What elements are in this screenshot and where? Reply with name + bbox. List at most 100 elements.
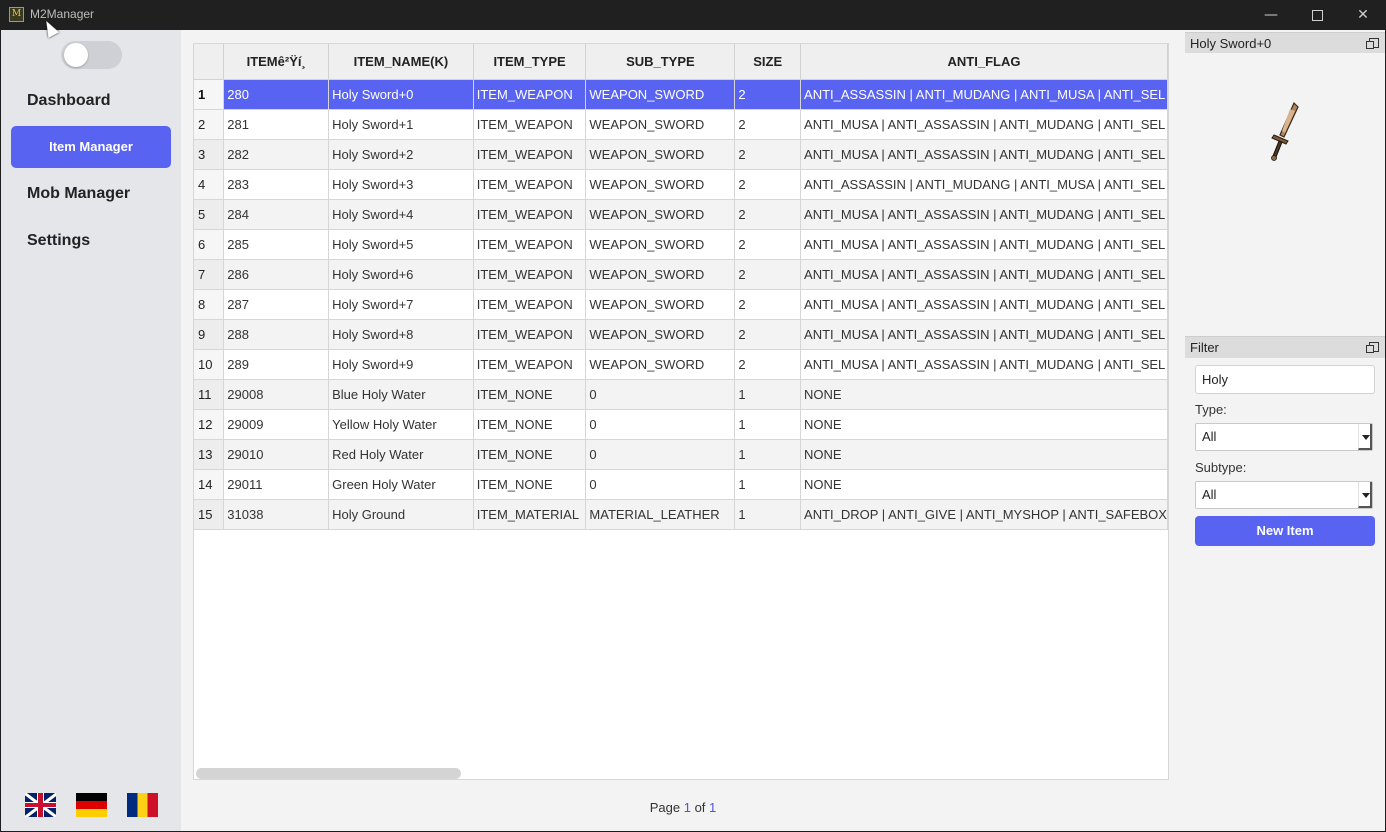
cell-item-type[interactable]: ITEM_WEAPON [473,139,587,170]
cell-vnum[interactable]: 285 [223,229,330,260]
minimize-button[interactable]: — [1248,0,1294,30]
row-number[interactable]: 9 [194,319,225,350]
row-number[interactable]: 15 [194,499,225,530]
maximize-button[interactable] [1294,0,1340,30]
total-pages[interactable]: 1 [709,800,716,815]
row-number[interactable]: 10 [194,349,225,380]
cell-anti-flag[interactable]: ANTI_ASSASSIN | ANTI_MUDANG | ANTI_MUSA … [800,79,1168,110]
cell-item-type[interactable]: ITEM_WEAPON [473,199,587,230]
cell-sub-type[interactable]: 0 [585,469,736,500]
cell-item-type[interactable]: ITEM_WEAPON [473,79,587,110]
cell-anti-flag[interactable]: ANTI_MUSA | ANTI_ASSASSIN | ANTI_MUDANG … [800,289,1168,320]
cell-vnum[interactable]: 31038 [223,499,330,530]
table-row[interactable]: 11 29008 Blue Holy Water ITEM_NONE 0 1 NONE [194,379,1168,410]
table-row[interactable]: 7 286 Holy Sword+6 ITEM_WEAPON WEAPON_SWORD 2… [194,259,1168,290]
table-row[interactable]: 3 282 Holy Sword+2 ITEM_WEAPON WEAPON_SWORD 2… [194,139,1168,170]
cell-name[interactable]: Holy Sword+9 [328,349,474,380]
cell-anti-flag[interactable]: ANTI_MUSA | ANTI_ASSASSIN | ANTI_MUDANG … [800,229,1168,260]
current-page[interactable]: 1 [684,800,691,815]
cell-item-type[interactable]: ITEM_WEAPON [473,289,587,320]
column-header-item-type[interactable]: ITEM_TYPE [473,44,587,80]
cell-name[interactable]: Holy Sword+4 [328,199,474,230]
cell-sub-type[interactable]: WEAPON_SWORD [585,229,736,260]
cell-item-type[interactable]: ITEM_NONE [473,439,587,470]
cell-size[interactable]: 1 [734,439,802,470]
cell-name[interactable]: Holy Sword+5 [328,229,474,260]
cell-item-type[interactable]: ITEM_NONE [473,409,587,440]
search-input[interactable]: Holy [1195,365,1375,394]
table-row[interactable]: 2 281 Holy Sword+1 ITEM_WEAPON WEAPON_SWORD 2… [194,109,1168,140]
cell-size[interactable]: 1 [734,409,802,440]
cell-anti-flag[interactable]: ANTI_MUSA | ANTI_ASSASSIN | ANTI_MUDANG … [800,349,1168,380]
row-number[interactable]: 8 [194,289,225,320]
cell-anti-flag[interactable]: NONE [800,409,1168,440]
cell-name[interactable]: Green Holy Water [328,469,474,500]
cell-size[interactable]: 2 [734,199,802,230]
cell-name[interactable]: Holy Sword+7 [328,289,474,320]
row-number[interactable]: 14 [194,469,225,500]
german-flag-icon[interactable] [76,793,107,817]
cell-size[interactable]: 2 [734,349,802,380]
table-row[interactable]: 1 280 Holy Sword+0 ITEM_WEAPON WEAPON_SWORD 2… [194,79,1168,110]
cell-vnum[interactable]: 29011 [223,469,330,500]
cell-name[interactable]: Holy Sword+2 [328,139,474,170]
cell-anti-flag[interactable]: ANTI_MUSA | ANTI_ASSASSIN | ANTI_MUDANG … [800,109,1168,140]
cell-vnum[interactable]: 29010 [223,439,330,470]
table-row[interactable]: 13 29010 Red Holy Water ITEM_NONE 0 1 NONE [194,439,1168,470]
cell-sub-type[interactable]: 0 [585,439,736,470]
row-number[interactable]: 2 [194,109,225,140]
table-row[interactable]: 12 29009 Yellow Holy Water ITEM_NONE 0 1 NONE [194,409,1168,440]
cell-sub-type[interactable]: 0 [585,409,736,440]
table-row[interactable]: 10 289 Holy Sword+9 ITEM_WEAPON WEAPON_SWORD… [194,349,1168,380]
cell-item-type[interactable]: ITEM_WEAPON [473,169,587,200]
table-row[interactable]: 4 283 Holy Sword+3 ITEM_WEAPON WEAPON_SWORD 2… [194,169,1168,200]
sidebar-item-item-manager[interactable]: Item Manager [11,126,171,168]
cell-size[interactable]: 2 [734,79,802,110]
cell-name[interactable]: Holy Sword+1 [328,109,474,140]
cell-item-type[interactable]: ITEM_WEAPON [473,349,587,380]
cell-anti-flag[interactable]: ANTI_ASSASSIN | ANTI_MUDANG | ANTI_MUSA … [800,169,1168,200]
cell-vnum[interactable]: 29008 [223,379,330,410]
table-row[interactable]: 9 288 Holy Sword+8 ITEM_WEAPON WEAPON_SWORD 2… [194,319,1168,350]
row-number[interactable]: 13 [194,439,225,470]
corner-cell[interactable] [194,44,225,80]
cell-vnum[interactable]: 29009 [223,409,330,440]
cell-anti-flag[interactable]: ANTI_MUSA | ANTI_ASSASSIN | ANTI_MUDANG … [800,199,1168,230]
cell-vnum[interactable]: 289 [223,349,330,380]
undock-icon[interactable] [1366,342,1379,353]
cell-vnum[interactable]: 284 [223,199,330,230]
cell-item-type[interactable]: ITEM_MATERIAL [473,499,587,530]
new-item-button[interactable]: New Item [1195,516,1375,546]
romanian-flag-icon[interactable] [127,793,158,817]
cell-sub-type[interactable]: 0 [585,379,736,410]
cell-vnum[interactable]: 288 [223,319,330,350]
row-number[interactable]: 12 [194,409,225,440]
cell-sub-type[interactable]: WEAPON_SWORD [585,139,736,170]
table-row[interactable]: 6 285 Holy Sword+5 ITEM_WEAPON WEAPON_SWORD 2… [194,229,1168,260]
row-number[interactable]: 11 [194,379,225,410]
cell-size[interactable]: 2 [734,229,802,260]
cell-sub-type[interactable]: WEAPON_SWORD [585,259,736,290]
cell-name[interactable]: Holy Sword+6 [328,259,474,290]
row-number[interactable]: 6 [194,229,225,260]
cell-anti-flag[interactable]: NONE [800,469,1168,500]
cell-anti-flag[interactable]: ANTI_MUSA | ANTI_ASSASSIN | ANTI_MUDANG … [800,259,1168,290]
cell-item-type[interactable]: ITEM_WEAPON [473,109,587,140]
cell-name[interactable]: Holy Sword+8 [328,319,474,350]
cell-sub-type[interactable]: WEAPON_SWORD [585,199,736,230]
cell-sub-type[interactable]: MATERIAL_LEATHER [585,499,736,530]
column-header-item-name[interactable]: ITEM_NAME(K) [328,44,474,80]
cell-size[interactable]: 2 [734,259,802,290]
cell-sub-type[interactable]: WEAPON_SWORD [585,349,736,380]
cell-anti-flag[interactable]: NONE [800,379,1168,410]
table-row[interactable]: 15 31038 Holy Ground ITEM_MATERIAL MATERIAL_… [194,499,1168,530]
row-number[interactable]: 4 [194,169,225,200]
cell-vnum[interactable]: 282 [223,139,330,170]
cell-vnum[interactable]: 287 [223,289,330,320]
row-number[interactable]: 1 [194,79,225,110]
cell-vnum[interactable]: 283 [223,169,330,200]
table-row[interactable]: 14 29011 Green Holy Water ITEM_NONE 0 1 NONE [194,469,1168,500]
cell-anti-flag[interactable]: NONE [800,439,1168,470]
cell-size[interactable]: 1 [734,379,802,410]
cell-item-type[interactable]: ITEM_WEAPON [473,319,587,350]
